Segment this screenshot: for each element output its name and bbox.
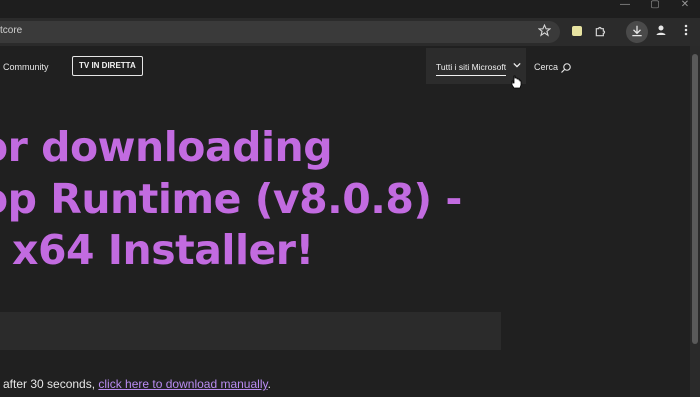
all-microsoft-sites-label: Tutti i siti Microsoft [436, 62, 507, 76]
puzzle-icon[interactable] [593, 24, 609, 40]
maximize-button[interactable]: ▢ [640, 0, 670, 14]
download-icon [629, 24, 645, 40]
page-scrollbar[interactable] [690, 46, 700, 397]
menu-icon[interactable] [678, 24, 694, 40]
address-bar[interactable]: tcore [0, 21, 560, 43]
window-titlebar: — ▢ ✕ [0, 0, 700, 18]
chevron-down-icon [513, 61, 521, 71]
content-panel [0, 312, 501, 350]
manual-download-prefix: after 30 seconds, [3, 377, 99, 391]
page-title-line-1: or downloading [0, 123, 333, 171]
manual-download-text: after 30 seconds, click here to download… [3, 377, 271, 391]
close-button[interactable]: ✕ [670, 0, 700, 14]
hand-pointer-cursor-icon [511, 75, 522, 94]
page-title-line-3: x64 Installer! [12, 226, 314, 274]
search-link[interactable]: Cerca [534, 62, 558, 72]
search-icon[interactable] [560, 61, 572, 79]
extension-square-icon[interactable] [572, 26, 582, 36]
minimize-button[interactable]: — [610, 0, 640, 14]
manual-download-suffix: . [267, 377, 271, 391]
manual-download-link[interactable]: click here to download manually [98, 377, 267, 391]
address-bar-text[interactable]: tcore [0, 25, 22, 36]
nav-community-link[interactable]: Community [3, 62, 49, 72]
star-icon[interactable] [536, 23, 552, 40]
tv-live-button[interactable]: TV IN DIRETTA [72, 56, 143, 76]
download-button[interactable] [626, 21, 648, 43]
profile-icon[interactable] [653, 24, 669, 40]
page-title-line-2: op Runtime (v8.0.8) - [0, 175, 462, 223]
scrollbar-thumb[interactable] [692, 54, 698, 344]
browser-toolbar: tcore [0, 18, 700, 46]
